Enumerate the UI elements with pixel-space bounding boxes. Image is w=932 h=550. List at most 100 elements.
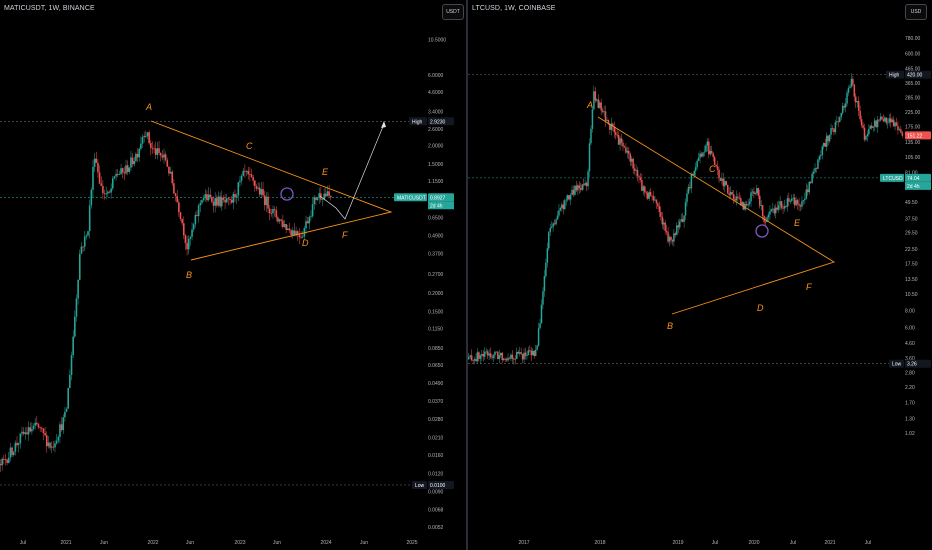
- high-price-tag: High 420.00: [886, 70, 931, 79]
- candle-body: [667, 232, 669, 242]
- wave-label-c: C: [709, 164, 716, 174]
- candle-body: [594, 91, 597, 101]
- candle-body: [757, 188, 760, 196]
- candle-body: [562, 204, 565, 210]
- y-tick-label: 175.00: [905, 125, 921, 131]
- candle-body: [516, 351, 518, 359]
- candle-body: [724, 181, 726, 187]
- candle-body: [597, 99, 599, 108]
- price-chart[interactable]: 780.00600.00465.00365.00285.00225.00175.…: [468, 0, 932, 550]
- candle-body: [863, 127, 866, 140]
- candle-body: [884, 117, 886, 122]
- candle-body: [799, 205, 802, 207]
- candle-body: [802, 200, 805, 202]
- candle-body: [582, 184, 585, 186]
- candle-body: [807, 189, 809, 193]
- candle-body: [751, 191, 754, 193]
- candle-body: [201, 200, 203, 203]
- candle-body: [502, 358, 505, 361]
- candle-body: [473, 359, 476, 361]
- candle-body: [635, 169, 637, 171]
- candle-body: [204, 194, 207, 198]
- candle-body: [878, 119, 880, 121]
- candle-body: [22, 431, 25, 434]
- wave-label-a: A: [586, 100, 593, 110]
- candle-body: [116, 173, 119, 175]
- y-tick-label: 3.4000: [428, 110, 444, 116]
- candle-body: [657, 203, 659, 207]
- price-tag-label: Low: [892, 362, 902, 368]
- candle-body: [849, 86, 851, 89]
- candle-body: [585, 182, 588, 187]
- candle-body: [786, 198, 789, 207]
- candle-body: [267, 196, 269, 209]
- candle-body: [841, 105, 844, 114]
- candle-body: [249, 174, 251, 175]
- candle-body: [16, 442, 18, 446]
- ltc-chart-panel[interactable]: LTCUSD, 1W, COINBASE USD 780.00 600.00 465…: [468, 0, 932, 550]
- candle-body: [470, 355, 473, 361]
- candle-body: [52, 446, 55, 448]
- candle-body: [606, 119, 608, 121]
- y-tick-label: 13.50: [905, 277, 918, 283]
- candle-body: [532, 350, 534, 356]
- candle-body: [699, 153, 701, 158]
- candle-body: [273, 209, 276, 211]
- candle-body: [738, 197, 741, 199]
- candle-body: [7, 457, 10, 463]
- candle-body: [817, 159, 819, 169]
- candle-body: [45, 435, 48, 447]
- candle-body: [767, 214, 770, 218]
- candle-body: [892, 119, 895, 127]
- candle-body: [815, 168, 818, 169]
- candle-body: [577, 185, 579, 191]
- wave-label-b: B: [186, 270, 192, 280]
- candle-body: [588, 143, 591, 172]
- candle-body: [482, 353, 485, 357]
- candle-body: [27, 427, 30, 435]
- candle-body: [318, 193, 321, 199]
- symbol-title: MATICUSDT, 1W, BINANCE: [4, 5, 95, 12]
- candle-body: [834, 122, 837, 133]
- currency-button[interactable]: USDT: [442, 4, 464, 20]
- candle-body: [163, 154, 165, 158]
- candle-body: [526, 355, 528, 356]
- candle-body: [553, 223, 556, 225]
- candle-body: [578, 185, 581, 189]
- candle-body: [216, 198, 218, 206]
- matic-chart-panel[interactable]: MATICUSDT, 1W, BINANCE USDT 10.5000 6.000…: [0, 0, 466, 550]
- candle-body: [29, 427, 32, 432]
- candle-body: [136, 153, 139, 158]
- y-tick-label: 0.0280: [428, 417, 444, 423]
- candle-body: [126, 165, 129, 172]
- y-tick-label: 780.00: [905, 36, 921, 42]
- candle-body: [852, 78, 854, 85]
- candle-body: [247, 170, 250, 175]
- candle-body: [818, 156, 821, 160]
- price-chart[interactable]: 10.5000 6.0000 4.6000 3.4000 2.6000 2.0000 1.5…: [0, 0, 466, 550]
- candle-body: [290, 230, 292, 235]
- price-tag-value: 3.26: [907, 362, 917, 368]
- candle-body: [153, 148, 155, 150]
- candle-body: [684, 202, 687, 216]
- candle-body: [706, 141, 709, 146]
- candle-body: [725, 181, 728, 185]
- currency-button[interactable]: USD: [905, 4, 927, 20]
- candle-body: [840, 113, 842, 118]
- candle-body: [785, 206, 787, 207]
- candle-body: [564, 200, 566, 210]
- candle-body: [681, 219, 684, 222]
- candle-body: [889, 118, 892, 123]
- candle-body: [183, 223, 185, 236]
- candle-body: [540, 304, 543, 324]
- candle-body: [168, 166, 170, 174]
- candle-body: [196, 214, 198, 217]
- candle-body: [105, 193, 107, 195]
- candle-body: [859, 110, 861, 120]
- candle-body: [721, 178, 723, 181]
- candle-body: [209, 194, 212, 198]
- price-tag-label: Low: [415, 483, 425, 489]
- candle-body: [59, 424, 61, 437]
- symbol-title: LTCUSD, 1W, COINBASE: [472, 5, 556, 12]
- candle-body: [500, 352, 502, 356]
